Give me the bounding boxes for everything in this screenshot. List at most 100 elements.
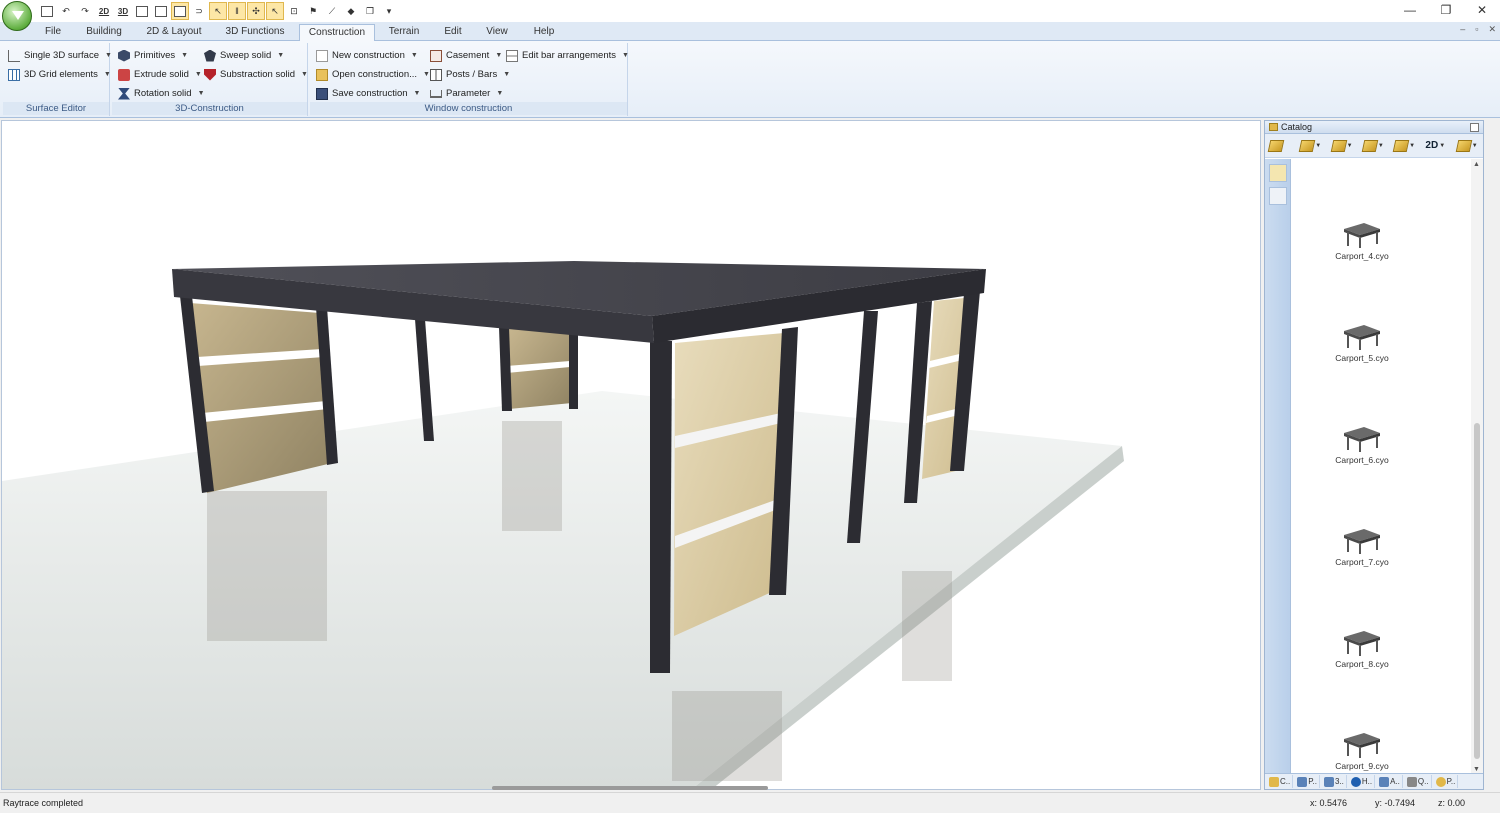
doc-restore-button[interactable]: ▫ xyxy=(1475,24,1478,35)
document-window-controls: – ▫ ✕ xyxy=(1460,24,1496,35)
catalog-2d-tool[interactable]: 2D ▼ xyxy=(1425,137,1451,155)
catalog-objects-icon[interactable] xyxy=(1269,164,1287,182)
redo-icon[interactable]: ↷ xyxy=(76,2,94,20)
catalog-globe-tool[interactable]: ▼ xyxy=(1392,137,1420,155)
select-cursor-icon[interactable]: ↖ xyxy=(209,2,227,20)
tab-building[interactable]: Building xyxy=(80,24,128,41)
application-menu-button[interactable] xyxy=(2,1,32,31)
minimize-button[interactable]: — xyxy=(1392,0,1428,20)
doc-minimize-button[interactable]: – xyxy=(1460,24,1465,35)
parameter-button[interactable]: Parameter ▼ xyxy=(430,85,503,102)
3d-viewport[interactable] xyxy=(1,120,1261,790)
catalog-item[interactable]: Carport_6.cyo xyxy=(1302,423,1422,483)
catalog-door-tool[interactable]: ▼ xyxy=(1299,137,1326,155)
bottom-tab-label: Q.. xyxy=(1417,777,1429,786)
bottom-tab-attributes[interactable]: A.. xyxy=(1377,775,1403,788)
edit-bar-arrangements-button[interactable]: Edit bar arrangements ▼ xyxy=(506,47,629,64)
bottom-tab-properties[interactable]: P.. xyxy=(1434,775,1459,788)
snap-points-icon[interactable]: ✣ xyxy=(247,2,265,20)
substraction-solid-button[interactable]: Substraction solid ▼ xyxy=(204,66,308,83)
bottom-tab-label: 3.. xyxy=(1334,777,1344,786)
chevron-down-icon: ▼ xyxy=(1471,142,1478,149)
tab-edit[interactable]: Edit xyxy=(438,24,468,41)
project-tab-icon xyxy=(1297,776,1308,787)
3d-grid-elements-label: 3D Grid elements xyxy=(24,69,98,80)
view-2d-icon[interactable]: 2D xyxy=(95,2,113,20)
tab-terrain[interactable]: Terrain xyxy=(384,24,424,41)
qat-more-icon[interactable]: ▾ xyxy=(380,2,398,20)
folder-open-icon xyxy=(316,68,328,81)
catalog-scrollbar[interactable]: ▲ ▼ xyxy=(1471,159,1483,775)
single-3d-surface-button[interactable]: Single 3D surface ▼ xyxy=(8,47,112,64)
save-construction-button[interactable]: Save construction ▼ xyxy=(316,85,420,102)
front-panel xyxy=(674,333,784,636)
restore-button[interactable]: ❐ xyxy=(1428,0,1464,20)
catalog-item[interactable]: Carport_4.cyo xyxy=(1302,219,1422,279)
edit-bar-arrangements-label: Edit bar arrangements xyxy=(522,50,616,61)
tab-construction[interactable]: Construction xyxy=(299,24,375,41)
catalog-roof-tool[interactable]: ▼ xyxy=(1330,137,1358,155)
pin-icon[interactable] xyxy=(1470,122,1479,132)
3d-grid-elements-button[interactable]: 3D Grid elements ▼ xyxy=(8,66,111,83)
new-construction-button[interactable]: New construction ▼ xyxy=(316,47,418,64)
window-controls: — ❐ ✕ xyxy=(1392,0,1500,20)
snap-lines-icon[interactable]: ‖ xyxy=(228,2,246,20)
bottom-tab-3d[interactable]: 3.. xyxy=(1322,775,1347,788)
zoom-window-icon[interactable]: ⊡ xyxy=(285,2,303,20)
catalog-header: Catalog xyxy=(1265,121,1483,134)
3d-tab-icon xyxy=(1323,776,1334,787)
view-3d-icon[interactable]: 3D xyxy=(114,2,132,20)
casement-button[interactable]: Casement ▼ xyxy=(430,47,502,64)
tab-view[interactable]: View xyxy=(482,24,512,41)
catalog-item[interactable]: Carport_7.cyo xyxy=(1302,525,1422,585)
tab-help[interactable]: Help xyxy=(528,24,560,41)
posts-bars-button[interactable]: Posts / Bars ▼ xyxy=(430,66,510,83)
magnet-icon[interactable]: ⊃ xyxy=(190,2,208,20)
left-side-panel xyxy=(190,303,332,493)
tab-file[interactable]: File xyxy=(38,24,68,41)
chevron-down-icon: ▼ xyxy=(495,52,503,59)
split-horizontal-icon[interactable] xyxy=(133,2,151,20)
open-construction-button[interactable]: Open construction... ▼ xyxy=(316,66,430,83)
scroll-up-icon[interactable]: ▲ xyxy=(1473,161,1480,168)
doc-close-button[interactable]: ✕ xyxy=(1488,24,1496,35)
bottom-tab-project[interactable]: P.. xyxy=(1295,775,1320,788)
ribbon-panel: Single 3D surface ▼ 3D Grid elements ▼ Sur… xyxy=(0,41,1500,118)
sweep-solid-button[interactable]: Sweep solid ▼ xyxy=(204,47,284,64)
catalog-stairs-tool[interactable]: ▼ xyxy=(1361,137,1389,155)
close-button[interactable]: ✕ xyxy=(1464,0,1500,20)
undo-icon[interactable]: ↶ xyxy=(57,2,75,20)
bottom-tab-help[interactable]: H.. xyxy=(1349,775,1376,788)
catalog-scrollbar-thumb[interactable] xyxy=(1474,423,1480,759)
new-file-icon[interactable] xyxy=(38,2,56,20)
measure-icon[interactable]: ⟋ xyxy=(323,2,341,20)
tab-2d-layout[interactable]: 2D & Layout xyxy=(140,24,208,41)
bottom-tab-quantities[interactable]: Q.. xyxy=(1405,775,1432,788)
catalog-item[interactable]: Carport_9.cyo xyxy=(1302,729,1422,775)
substraction-solid-label: Substraction solid xyxy=(220,69,295,80)
catalog-item-list: Carport_4.cyo Carport_5.cyo Carport_6.cy… xyxy=(1292,159,1472,775)
tab-3d-functions[interactable]: 3D Functions xyxy=(220,24,290,41)
catalog-texture-tool[interactable]: ▼ xyxy=(1455,137,1483,155)
catalog-folder-tool[interactable] xyxy=(1267,137,1295,155)
flag-icon[interactable]: ⚑ xyxy=(304,2,322,20)
bottom-tab-catalog[interactable]: C.. xyxy=(1267,775,1294,788)
pointer-icon[interactable]: ↖ xyxy=(266,2,284,20)
carport-thumbnail-icon xyxy=(1342,525,1382,555)
casement-label: Casement xyxy=(446,50,490,61)
rotation-solid-button[interactable]: Rotation solid ▼ xyxy=(118,85,205,102)
catalog-item[interactable]: Carport_8.cyo xyxy=(1302,627,1422,687)
catalog-materials-icon[interactable] xyxy=(1269,187,1287,205)
sweep-icon xyxy=(204,49,216,62)
extrude-solid-button[interactable]: Extrude solid ▼ xyxy=(118,66,202,83)
copy-icon[interactable]: ❐ xyxy=(361,2,379,20)
grid-icon[interactable] xyxy=(171,2,189,20)
viewport-splitter-handle[interactable] xyxy=(492,786,768,790)
eraser-icon[interactable]: ◆ xyxy=(342,2,360,20)
catalog-item[interactable]: Carport_5.cyo xyxy=(1302,321,1422,381)
split-vertical-icon[interactable] xyxy=(152,2,170,20)
chevron-down-icon: ▼ xyxy=(503,71,511,78)
scroll-down-icon[interactable]: ▼ xyxy=(1473,766,1480,773)
rotation-icon xyxy=(118,87,130,100)
primitives-button[interactable]: Primitives ▼ xyxy=(118,47,188,64)
